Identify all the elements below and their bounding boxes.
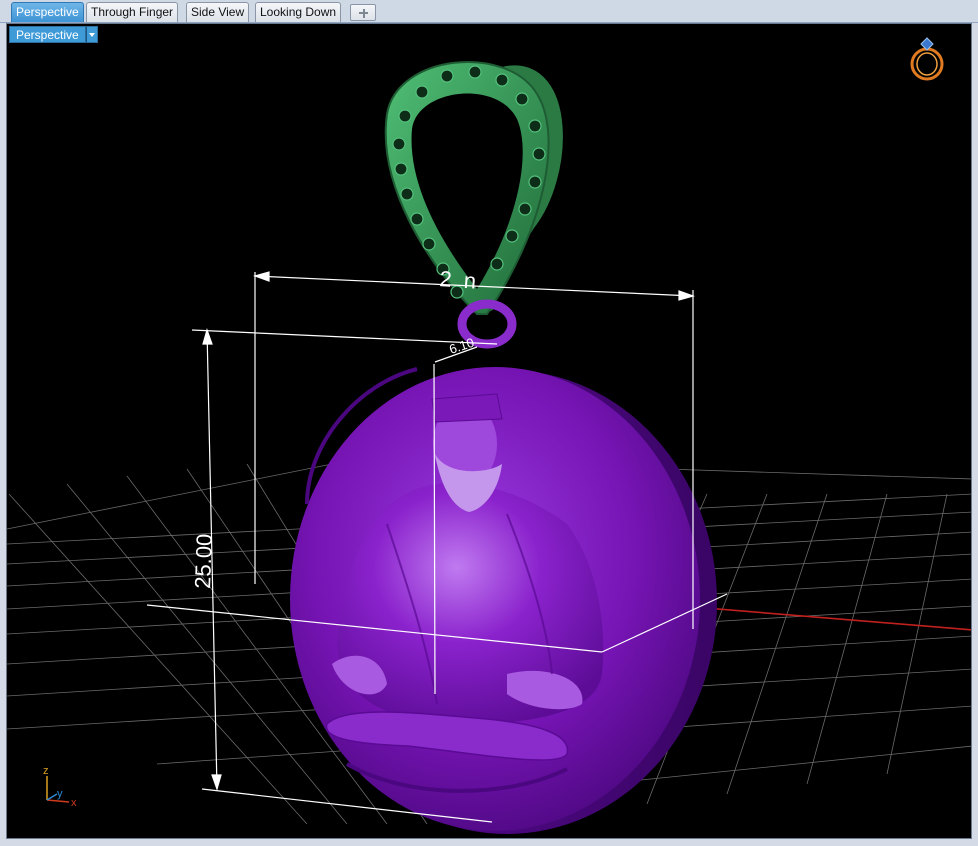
- tab-looking-down[interactable]: Looking Down: [255, 2, 342, 22]
- scene-canvas[interactable]: 25.00 2 n 6.10: [7, 24, 972, 839]
- dropdown-icon[interactable]: [85, 26, 98, 43]
- tab-through-finger[interactable]: Through Finger: [86, 2, 179, 22]
- axis-gizmo-icon: z y x: [43, 765, 77, 809]
- axis-z-label: z: [43, 765, 49, 777]
- tab-perspective[interactable]: Perspective: [11, 2, 84, 22]
- axis-y-label: y: [57, 788, 63, 800]
- viewport-title-label[interactable]: Perspective: [9, 26, 86, 43]
- viewport-title-dropdown[interactable]: Perspective: [9, 26, 98, 43]
- add-tab-icon[interactable]: [350, 4, 376, 21]
- tab-side-view[interactable]: Side View: [186, 2, 250, 22]
- height-dimension-label: 25.00: [190, 533, 217, 589]
- ring-view-icon[interactable]: [907, 34, 947, 84]
- bail-dimension-label: 6.10: [447, 335, 476, 357]
- width-dimension-label: 2 n: [439, 266, 477, 293]
- axis-x-label: x: [71, 797, 77, 809]
- viewport-tabstrip: Perspective Through Finger Side View Loo…: [0, 0, 978, 23]
- 3d-viewport[interactable]: 25.00 2 n 6.10 Perspective z y x: [6, 23, 972, 839]
